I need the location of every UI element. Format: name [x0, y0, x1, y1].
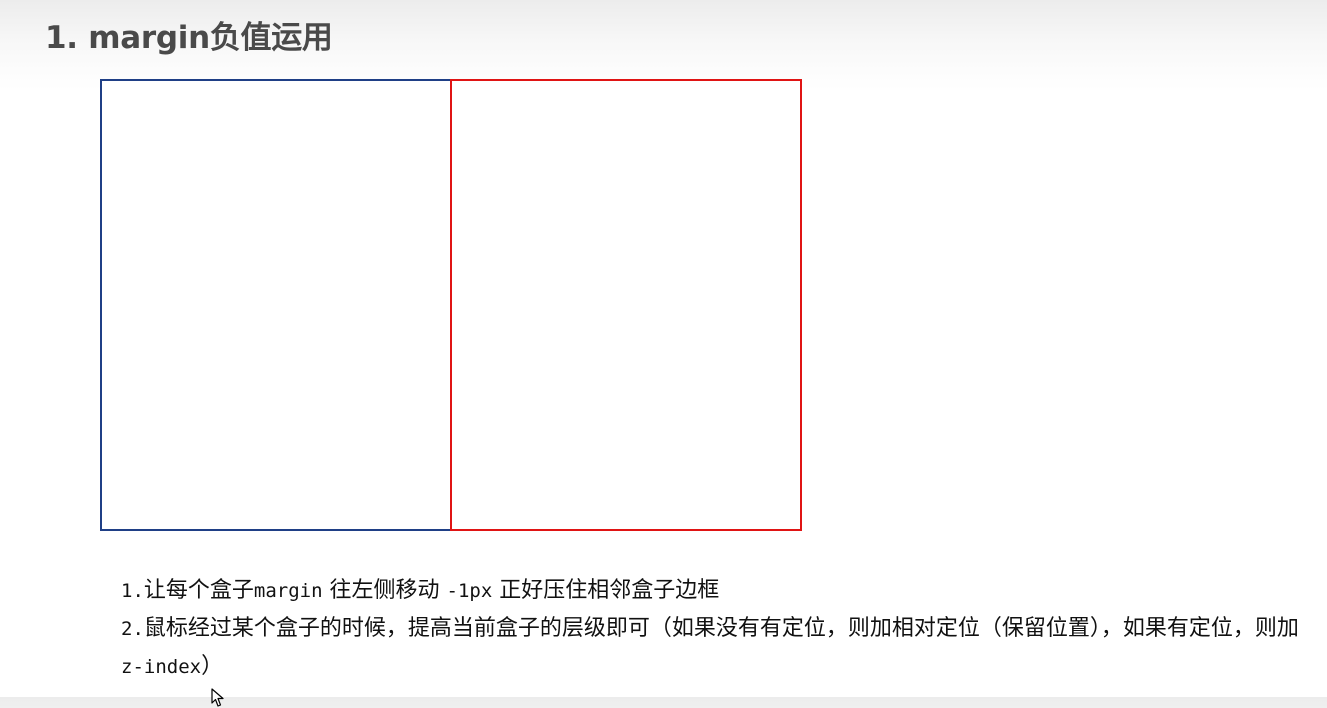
- note-item-1: 1.让每个盒子margin 往左侧移动 -1px 正好压住相邻盒子边框: [121, 572, 1301, 610]
- slide-title: 1. margin负值运用: [45, 20, 333, 56]
- note-code: z-index: [121, 656, 202, 678]
- red-bordered-box: [450, 79, 802, 531]
- note-text: 正好压住相邻盒子边框: [492, 578, 720, 603]
- blue-bordered-box: [100, 79, 452, 531]
- note-number: 1.: [121, 580, 144, 602]
- note-code: margin: [253, 580, 323, 602]
- note-text: ）: [201, 654, 224, 679]
- note-number: 2.: [121, 618, 144, 640]
- notes-list: 1.让每个盒子margin 往左侧移动 -1px 正好压住相邻盒子边框 2.鼠标…: [121, 572, 1301, 686]
- note-text: 鼠标经过某个盒子的时候，提高当前盒子的层级即可（如果没有有定位，则加相对定位（保…: [143, 616, 1299, 641]
- note-item-2: 2.鼠标经过某个盒子的时候，提高当前盒子的层级即可（如果没有有定位，则加相对定位…: [121, 610, 1301, 686]
- note-text: 往左侧移动: [322, 578, 447, 603]
- note-code: -1px: [446, 580, 493, 602]
- note-text: 让每个盒子: [143, 578, 254, 603]
- mouse-pointer-icon: [211, 688, 224, 707]
